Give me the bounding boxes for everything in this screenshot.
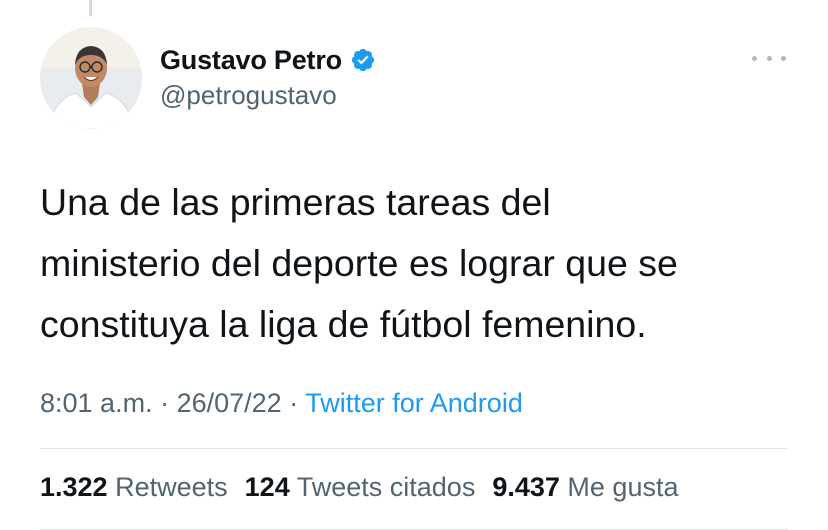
tweet-text-line: Una de las primeras tareas del bbox=[40, 181, 551, 223]
tweet-source-link[interactable]: Twitter for Android bbox=[305, 388, 523, 418]
meta-separator: · bbox=[160, 388, 170, 418]
quotes-count: 124 bbox=[244, 472, 290, 502]
author-handle[interactable]: @petrogustavo bbox=[160, 80, 337, 111]
tweet-stats: 1.322 Retweets 124 Tweets citados 9.437 … bbox=[40, 472, 678, 503]
thread-connector-line bbox=[89, 0, 92, 16]
retweets-label: Retweets bbox=[115, 472, 228, 502]
author-name-row: Gustavo Petro bbox=[160, 42, 376, 78]
avatar-photo bbox=[40, 27, 142, 129]
verified-badge-icon bbox=[351, 48, 375, 72]
tweet-text-line: ministerio del deporte es lograr que se bbox=[40, 242, 678, 284]
tweet-metadata: 8:01 a.m. · 26/07/22 · Twitter for Andro… bbox=[40, 388, 523, 419]
likes-stat[interactable]: 9.437 Me gusta bbox=[492, 472, 678, 503]
more-options-icon[interactable] bbox=[752, 50, 786, 66]
tweet-date[interactable]: 26/07/22 bbox=[177, 388, 282, 418]
divider bbox=[40, 448, 788, 449]
retweets-count: 1.322 bbox=[40, 472, 108, 502]
quotes-stat[interactable]: 124 Tweets citados bbox=[245, 472, 476, 503]
tweet-text-line: constituya la liga de fútbol femenino. bbox=[40, 303, 647, 345]
quotes-label: Tweets citados bbox=[296, 472, 476, 502]
meta-separator: · bbox=[289, 388, 299, 418]
tweet-time[interactable]: 8:01 a.m. bbox=[40, 388, 153, 418]
likes-count: 9.437 bbox=[492, 472, 560, 502]
likes-label: Me gusta bbox=[567, 472, 679, 502]
retweets-stat[interactable]: 1.322 Retweets bbox=[40, 472, 228, 503]
tweet-text: Una de las primeras tareas del ministeri… bbox=[40, 172, 800, 355]
author-name[interactable]: Gustavo Petro bbox=[160, 45, 342, 76]
avatar[interactable] bbox=[40, 27, 142, 129]
